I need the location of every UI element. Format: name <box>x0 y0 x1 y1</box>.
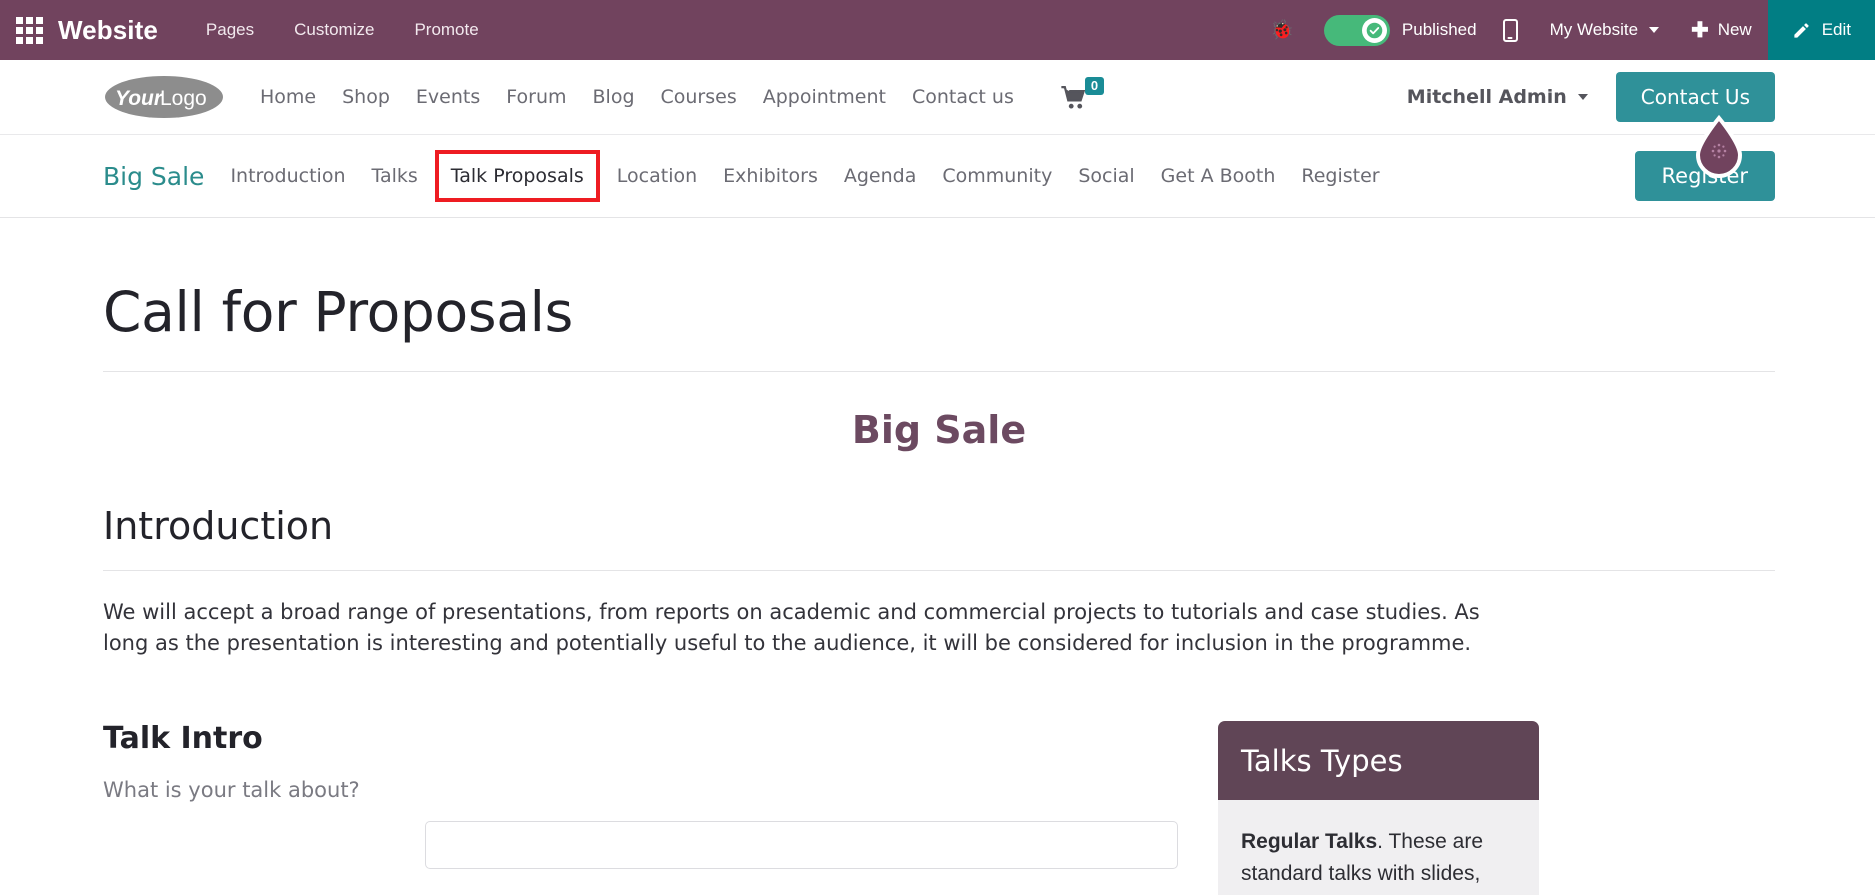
event-nav-get-a-booth[interactable]: Get A Booth <box>1148 159 1289 193</box>
introduction-paragraph: We will accept a broad range of presenta… <box>103 600 1480 655</box>
event-nav-talk-proposals[interactable]: Talk Proposals <box>434 150 600 202</box>
nav-link-appointment[interactable]: Appointment <box>750 86 899 108</box>
talk-intro-form-row <box>103 820 1178 869</box>
event-heading: Big Sale <box>851 408 1027 452</box>
backend-menu: Pages Customize Promote <box>186 0 499 60</box>
chevron-down-icon <box>1577 94 1588 100</box>
debug-bug-button[interactable]: 🐞 <box>1254 0 1310 60</box>
talk-intro-input[interactable] <box>425 820 1178 869</box>
event-nav-social[interactable]: Social <box>1065 159 1147 193</box>
nav-link-home[interactable]: Home <box>247 86 329 108</box>
chevron-down-icon <box>1649 27 1660 33</box>
event-sub-nav: Big Sale Introduction Talks Talk Proposa… <box>0 135 1875 218</box>
menu-item-customize[interactable]: Customize <box>274 0 394 60</box>
event-nav-exhibitors[interactable]: Exhibitors <box>710 159 831 193</box>
website-selector[interactable]: My Website <box>1534 0 1676 60</box>
talks-types-card: Talks Types Regular Talks. These are sta… <box>1218 720 1539 895</box>
app-brand-name[interactable]: Website <box>58 0 186 60</box>
event-nav-location[interactable]: Location <box>604 159 710 193</box>
introduction-heading: Introduction <box>103 504 334 548</box>
backend-top-bar-right: 🐞 Published My Website ✚ New Edit <box>1254 0 1875 60</box>
website-header: Your Logo Home Shop Events Forum Blog Co… <box>0 60 1875 178</box>
talks-types-card-body-bold: Regular Talks <box>1241 829 1378 853</box>
sidebar-column: Talks Types Regular Talks. These are sta… <box>1218 720 1775 895</box>
nav-link-shop[interactable]: Shop <box>329 86 403 108</box>
menu-item-promote[interactable]: Promote <box>394 0 498 60</box>
publish-switch[interactable] <box>1323 14 1390 46</box>
mobile-preview-button[interactable] <box>1487 0 1534 60</box>
pencil-icon <box>1792 21 1811 40</box>
event-nav-title: Big Sale <box>103 161 205 191</box>
bug-icon: 🐞 <box>1270 19 1294 41</box>
event-nav-links: Introduction Talks Talk Proposals Locati… <box>217 150 1392 202</box>
talks-types-card-body: Regular Talks. These are standard talks … <box>1218 799 1539 895</box>
form-and-sidebar-row: Talk Intro What is your talk about? Talk… <box>103 720 1775 895</box>
talks-types-card-title: Talks Types <box>1218 720 1539 800</box>
page-content: Call for Proposals Big Sale Introduction… <box>0 218 1875 895</box>
apps-grid-dots <box>15 16 43 44</box>
your-logo-icon: Your Logo <box>105 76 223 118</box>
edit-button[interactable]: Edit <box>1767 0 1875 60</box>
nav-link-courses[interactable]: Courses <box>648 86 750 108</box>
apps-grid-icon[interactable] <box>0 0 58 60</box>
event-nav-talks[interactable]: Talks <box>359 159 431 193</box>
site-main-nav: Home Shop Events Forum Blog Courses Appo… <box>247 86 1027 108</box>
user-menu[interactable]: Mitchell Admin <box>1407 86 1588 108</box>
event-nav-register[interactable]: Register <box>1288 159 1392 193</box>
nav-link-blog[interactable]: Blog <box>580 86 648 108</box>
backend-top-bar: Website Pages Customize Promote 🐞 Publis… <box>0 0 1875 60</box>
cart-count-badge: 0 <box>1084 76 1105 96</box>
svg-text:Logo: Logo <box>160 87 207 110</box>
website-selector-label: My Website <box>1549 20 1639 39</box>
publish-switch-knob <box>1361 17 1387 43</box>
cart-button[interactable]: 0 <box>1061 76 1105 109</box>
menu-item-pages[interactable]: Pages <box>186 0 274 60</box>
contact-us-cta-button[interactable]: Contact Us <box>1615 72 1775 122</box>
title-divider <box>103 371 1775 372</box>
event-nav-agenda[interactable]: Agenda <box>831 159 930 193</box>
event-nav-introduction[interactable]: Introduction <box>217 159 358 193</box>
introduction-divider <box>103 570 1775 571</box>
publish-label: Published <box>1401 20 1477 39</box>
form-label-spacer <box>103 821 425 869</box>
talk-intro-section: Talk Intro What is your talk about? <box>103 721 1178 895</box>
nav-link-events[interactable]: Events <box>403 86 493 108</box>
edit-button-label: Edit <box>1821 20 1851 39</box>
page-title: Call for Proposals <box>103 280 573 344</box>
top-bar-spacer <box>499 0 1255 60</box>
nav-link-contact-us[interactable]: Contact us <box>899 86 1027 108</box>
publish-toggle[interactable]: Published <box>1310 0 1487 60</box>
register-button[interactable]: Register <box>1634 151 1775 201</box>
talk-intro-field-label: What is your talk about? <box>103 777 360 802</box>
svg-text:Your: Your <box>115 87 164 110</box>
nav-link-forum[interactable]: Forum <box>493 86 579 108</box>
check-circle-icon <box>1366 22 1383 38</box>
new-button[interactable]: ✚ New <box>1675 0 1768 60</box>
new-button-label: New <box>1717 20 1752 39</box>
shopping-cart-icon <box>1061 85 1088 109</box>
talk-intro-heading: Talk Intro <box>103 720 263 756</box>
plus-icon: ✚ <box>1691 18 1709 42</box>
user-menu-label: Mitchell Admin <box>1406 86 1567 108</box>
mobile-preview-icon <box>1502 18 1518 42</box>
site-logo[interactable]: Your Logo <box>103 73 225 121</box>
event-nav-community[interactable]: Community <box>929 159 1065 193</box>
